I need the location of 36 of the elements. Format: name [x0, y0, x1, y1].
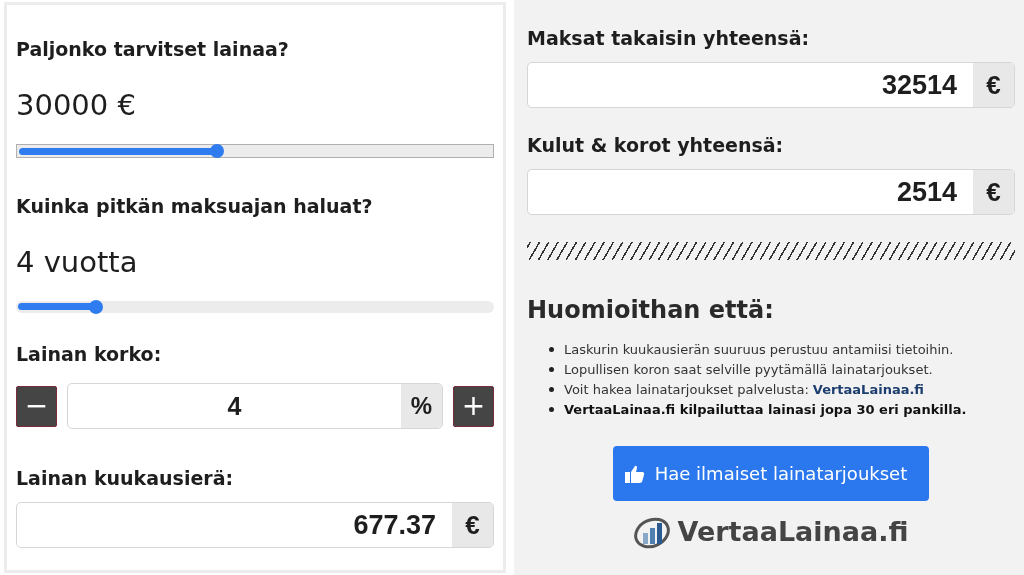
slider-thumb[interactable]	[88, 300, 103, 314]
note-item: Voit hakea lainatarjoukset palvelusta:	[564, 382, 809, 397]
question-label: Kuinka pitkän maksuajan haluat?	[16, 195, 374, 217]
slider-track[interactable]	[16, 301, 494, 313]
field-value: 2514	[895, 176, 958, 209]
slider-track[interactable]	[16, 144, 494, 158]
bullet-icon	[549, 367, 554, 372]
increase-button[interactable]: +	[453, 385, 494, 427]
field-label: Kulut & korot yhteensä:	[527, 134, 785, 156]
field-label: Maksat takaisin yhteensä:	[527, 27, 811, 49]
field-value: 4	[226, 391, 243, 422]
notes-heading: Huomioithan että:	[527, 296, 775, 324]
decrease-button[interactable]: −	[16, 385, 57, 427]
rate-input[interactable]: 4 %	[67, 383, 443, 429]
offers-button[interactable]: Hae ilmaiset lainatarjoukset	[612, 446, 930, 501]
note-item: Laskurin kuukausierän suuruus perustuu antamiisi tietoihin.	[564, 342, 954, 357]
bullet-icon	[549, 347, 554, 352]
value-readout: 4 vuotta	[16, 245, 139, 279]
note-item: Lopullisen koron saat selville pyytämällä lainatarjoukset.	[564, 362, 933, 377]
logo-text: VertaaLainaa.fi	[677, 515, 909, 547]
note-item: VertaaLainaa.fi kilpailuttaa lainasi jopa 30 eri pankilla.	[564, 402, 967, 417]
slider-thumb[interactable]	[209, 144, 224, 158]
bullet-icon	[549, 407, 554, 412]
field-label: Lainan kuukausierä:	[16, 467, 235, 489]
field-value: 32514	[880, 69, 958, 102]
field-label: Lainan korko:	[16, 343, 163, 365]
service-link[interactable]: VertaaLainaa.fi	[812, 382, 924, 397]
field-value: 677.37	[352, 509, 437, 542]
value-readout: 30000 €	[16, 88, 137, 122]
question-label: Paljonko tarvitset lainaa?	[16, 38, 290, 60]
unit-addon: €	[973, 63, 1014, 107]
unit-addon: €	[973, 170, 1014, 214]
unit-addon: €	[452, 503, 493, 547]
thumbs-up-icon	[624, 464, 645, 483]
bullet-icon	[549, 387, 554, 392]
unit-addon: %	[401, 384, 442, 428]
